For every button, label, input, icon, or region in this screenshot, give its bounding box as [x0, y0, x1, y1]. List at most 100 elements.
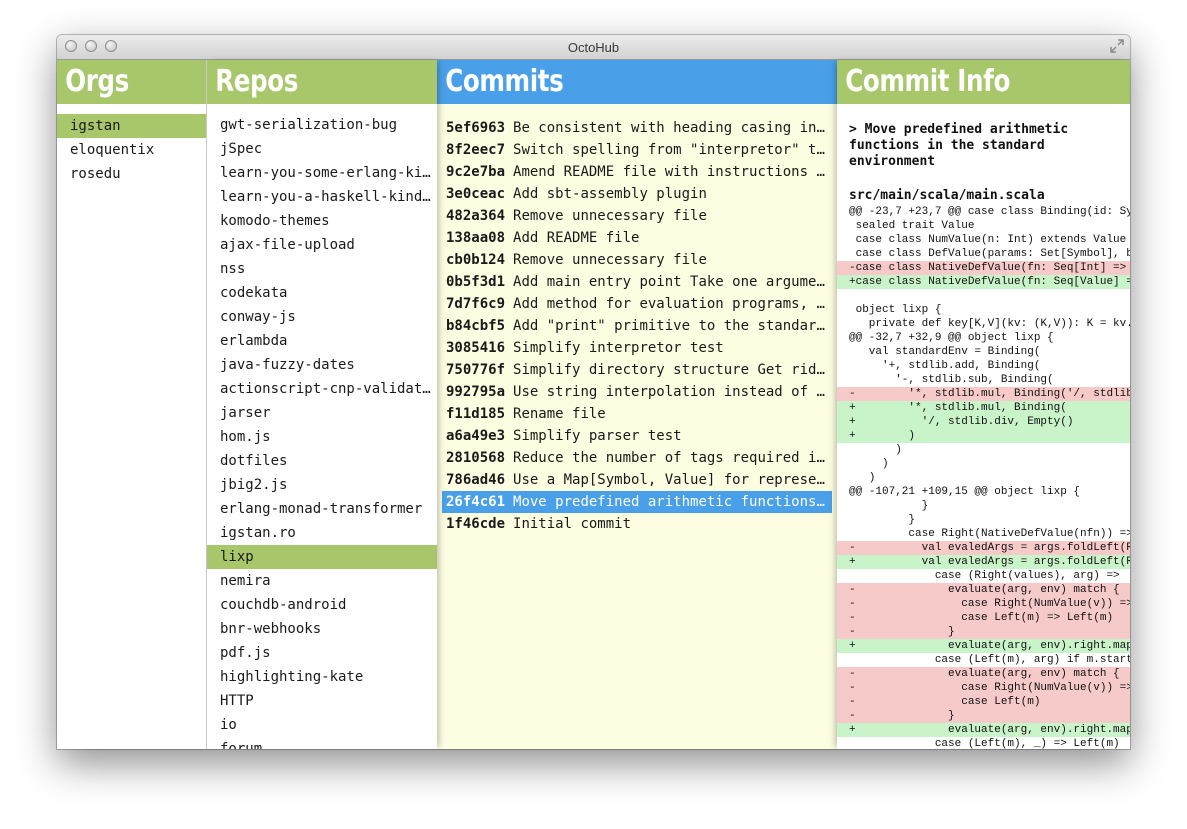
commit-sha: 482a364	[446, 208, 506, 224]
commit-item[interactable]: 786ad46 Use a Map[Symbol, Value] for repr…	[442, 469, 832, 491]
commit-summary: Simplify parser test	[513, 428, 682, 444]
commit-info-pane: Commit Info > Move predefined arithmetic…	[837, 60, 1130, 749]
commit-item[interactable]: 2810568 Reduce the number of tags require…	[442, 447, 832, 469]
commit-item[interactable]: 8f2eec7 Switch spelling from "interpretor…	[442, 139, 832, 161]
commit-summary: Initial commit	[513, 516, 632, 532]
commit-item[interactable]: 3085416 Simplify interpretor test	[442, 337, 832, 359]
diff-line: -case class NativeDefValue(fn: Seq[Int] …	[837, 261, 1130, 275]
diff-line: private def key[K,V](kv: (K,V)): K = kv.…	[849, 318, 1130, 330]
repo-item[interactable]: actionscript-cnp-validator	[207, 377, 437, 401]
commit-sha: a6a49e3	[446, 428, 506, 444]
org-item[interactable]: rosedu	[57, 162, 206, 186]
repo-item[interactable]: io	[207, 713, 437, 737]
commit-sha: f11d185	[446, 406, 506, 422]
repo-item[interactable]: java-fuzzy-dates	[207, 353, 437, 377]
repo-item[interactable]: bnr-webhooks	[207, 617, 437, 641]
repo-item[interactable]: dotfiles	[207, 449, 437, 473]
commit-summary: Use string interpolation instead of Stri…	[513, 384, 832, 400]
repo-item[interactable]: learn-you-a-haskell-kindle	[207, 185, 437, 209]
repo-item[interactable]: jarser	[207, 401, 437, 425]
commit-item[interactable]: b84cbf5 Add "print" primitive to the stan…	[442, 315, 832, 337]
commits-pane: Commits 5ef6963 Be consistent with headin…	[437, 60, 837, 749]
diff-line: case (Left(m), _) => Left(m)	[849, 738, 1120, 749]
commits-list: 5ef6963 Be consistent with heading casing…	[437, 104, 837, 535]
diff-view: @@ -23,7 +23,7 @@ case class Binding(id:…	[837, 205, 1130, 749]
diff-line: + val evaledArgs = args.foldLeft(Right	[837, 555, 1130, 569]
commit-item[interactable]: f11d185 Rename file	[442, 403, 832, 425]
commit-item[interactable]: 3e0ceac Add sbt-assembly plugin	[442, 183, 832, 205]
commit-item[interactable]: 482a364 Remove unnecessary file	[442, 205, 832, 227]
commit-item[interactable]: 138aa08 Add README file	[442, 227, 832, 249]
repo-item[interactable]: komodo-themes	[207, 209, 437, 233]
commit-item[interactable]: 1f46cde Initial commit	[442, 513, 832, 535]
commit-summary: Move predefined arithmetic functions int…	[513, 494, 832, 510]
repo-item[interactable]: hom.js	[207, 425, 437, 449]
commit-sha: 9c2e7ba	[446, 164, 506, 180]
diff-line: + '/, stdlib.div, Empty()	[837, 415, 1130, 429]
diff-line: case (Right(values), arg) =>	[849, 570, 1120, 582]
repo-item[interactable]: highlighting-kate	[207, 665, 437, 689]
commit-summary: Rename file	[513, 406, 606, 422]
org-item[interactable]: eloquentix	[57, 138, 206, 162]
repo-item[interactable]: learn-you-some-erlang-kindle	[207, 161, 437, 185]
commit-summary: Use a Map[Symbol, Value] for representin…	[513, 472, 832, 488]
commit-sha: b84cbf5	[446, 318, 506, 334]
commit-item[interactable]: cb0b124 Remove unnecessary file	[442, 249, 832, 271]
repo-item[interactable]: couchdb-android	[207, 593, 437, 617]
repo-item[interactable]: nemira	[207, 569, 437, 593]
diff-line: + '*, stdlib.mul, Binding(	[837, 401, 1130, 415]
repo-item[interactable]: erlambda	[207, 329, 437, 353]
commit-item[interactable]: 9c2e7ba Amend README file with instructio…	[442, 161, 832, 183]
commit-summary: Add main entry point Take one argument o…	[513, 274, 832, 290]
repo-item[interactable]: gwt-serialization-bug	[207, 113, 437, 137]
diff-line: )	[849, 472, 876, 484]
commit-item[interactable]: 5ef6963 Be consistent with heading casing…	[442, 117, 832, 139]
fullscreen-icon[interactable]	[1110, 39, 1124, 53]
diff-line: )	[849, 444, 902, 456]
commit-item[interactable]: 750776f Simplify directory structure Get …	[442, 359, 832, 381]
repo-item[interactable]: forum	[207, 737, 437, 749]
repo-item[interactable]: codekata	[207, 281, 437, 305]
commit-item[interactable]: 7d7f6c9 Add method for evaluation program…	[442, 293, 832, 315]
commit-summary: Add README file	[513, 230, 640, 246]
repo-item[interactable]: igstan.ro	[207, 521, 437, 545]
diff-line: val standardEnv = Binding(	[849, 346, 1041, 358]
repo-item[interactable]: HTTP	[207, 689, 437, 713]
repo-item[interactable]: conway-js	[207, 305, 437, 329]
repo-item[interactable]: nss	[207, 257, 437, 281]
diff-line: @@ -32,7 +32,9 @@ object lixp {	[849, 332, 1054, 344]
org-item[interactable]: igstan	[57, 114, 206, 138]
repo-item[interactable]: pdf.js	[207, 641, 437, 665]
repo-item[interactable]: erlang-monad-transformer	[207, 497, 437, 521]
repo-item[interactable]: jSpec	[207, 137, 437, 161]
commit-sha: 138aa08	[446, 230, 506, 246]
window-title: OctoHub	[567, 40, 620, 55]
diff-line: '+, stdlib.add, Binding(	[849, 360, 1041, 372]
diff-line: - evaluate(arg, env) match {	[837, 667, 1130, 681]
orgs-pane: Orgs igstan eloquentix rosedu	[57, 60, 207, 749]
title-bar: OctoHub	[57, 35, 1130, 60]
orgs-header: Orgs	[65, 64, 129, 99]
repo-item[interactable]: ajax-file-upload	[207, 233, 437, 257]
repo-item[interactable]: lixp	[207, 545, 437, 569]
repo-item[interactable]: jbig2.js	[207, 473, 437, 497]
app-window: OctoHub Orgs igstan eloquentix rosedu Repo…	[57, 35, 1130, 749]
diff-line: }	[849, 514, 916, 526]
commit-sha: 7d7f6c9	[446, 296, 506, 312]
commit-sha: 8f2eec7	[446, 142, 506, 158]
commit-item[interactable]: 0b5f3d1 Add main entry point Take one arg…	[442, 271, 832, 293]
commit-item[interactable]: 992795a Use string interpolation instead …	[442, 381, 832, 403]
diff-line: - case Right(NumValue(v)) => Right	[837, 597, 1130, 611]
diff-line: case Right(NativeDefValue(nfn)) =>	[849, 528, 1130, 540]
diff-line: - case Left(m)	[837, 695, 1130, 709]
orgs-list: igstan eloquentix rosedu	[57, 104, 206, 186]
commit-item[interactable]: a6a49e3 Simplify parser test	[442, 425, 832, 447]
commit-sha: 0b5f3d1	[446, 274, 506, 290]
diff-line: - case Left(m) => Left(m)	[837, 611, 1130, 625]
diff-line: )	[849, 458, 889, 470]
diff-line: - }	[837, 709, 1130, 723]
commit-sha: 3085416	[446, 340, 506, 356]
commit-sha: 26f4c61	[446, 494, 506, 510]
commit-item[interactable]: 26f4c61 Move predefined arithmetic functi…	[442, 491, 832, 513]
commit-summary: Switch spelling from "interpretor" to "i…	[513, 142, 832, 158]
